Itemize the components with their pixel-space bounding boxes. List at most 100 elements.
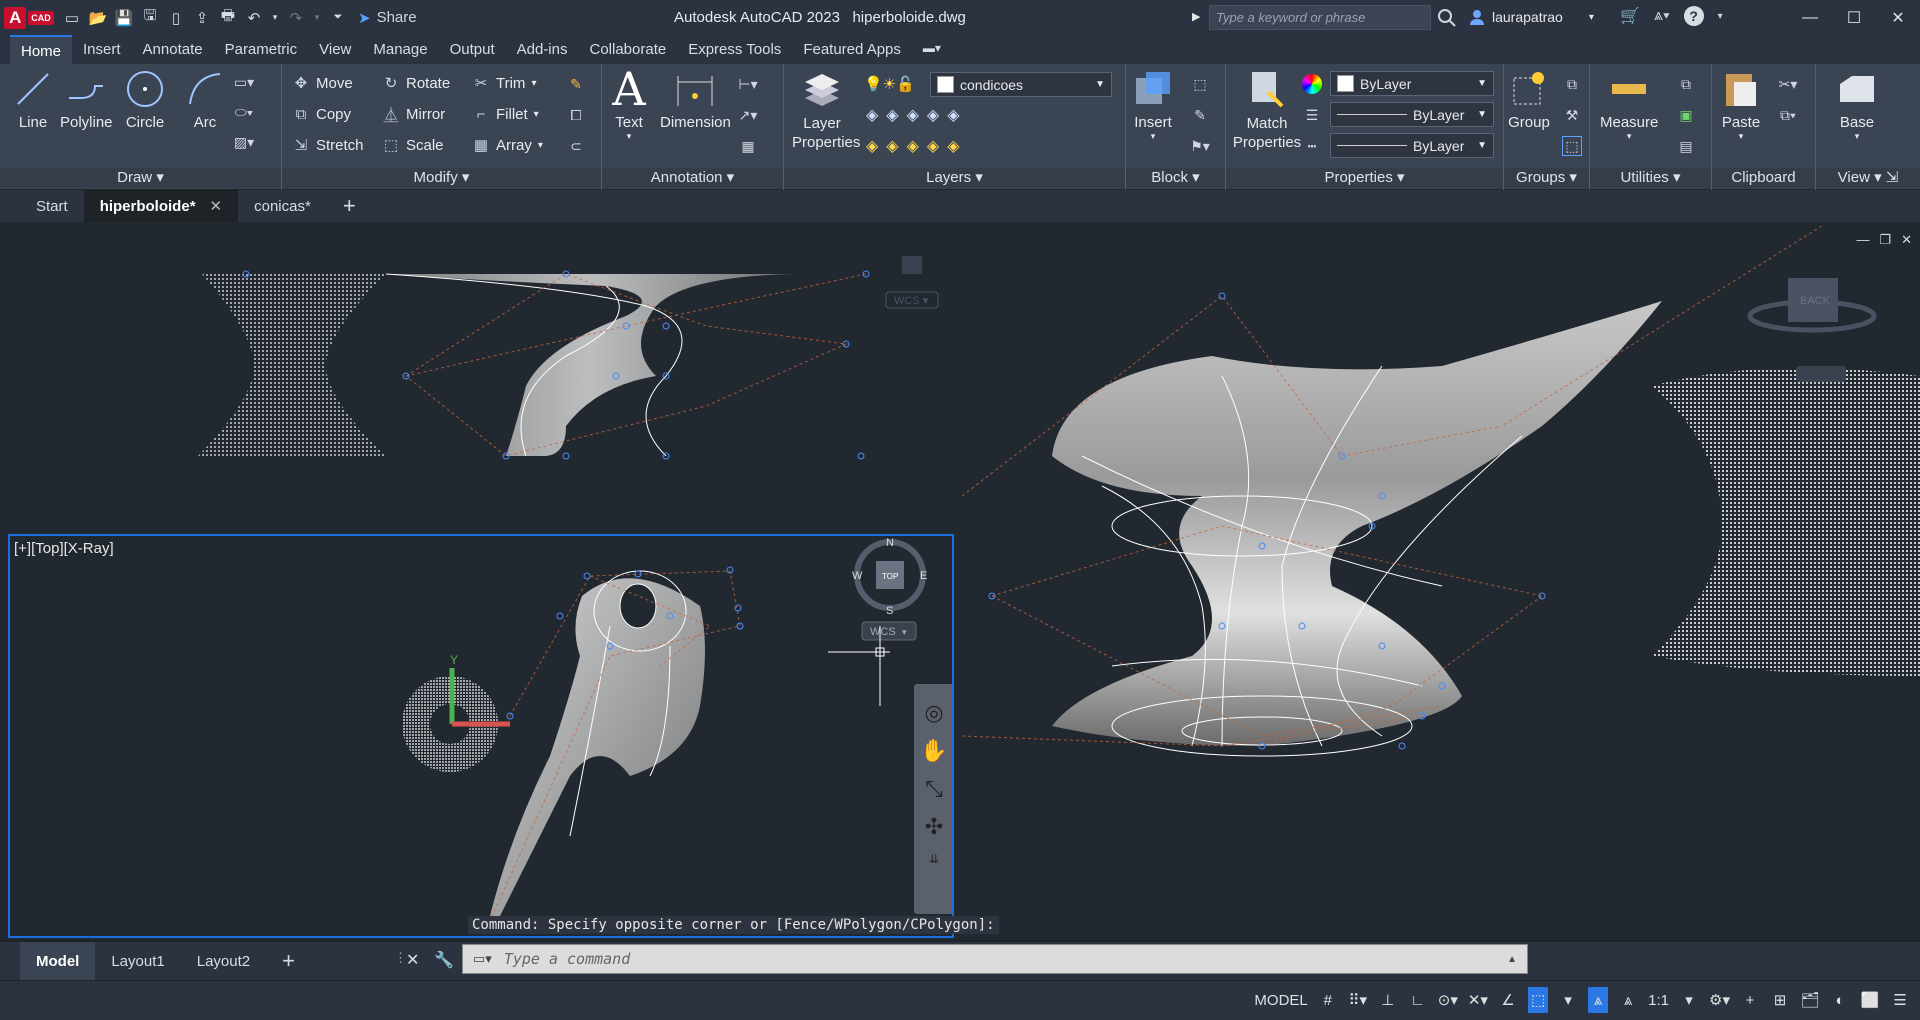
viewport-top-left[interactable]: WCS ▾ xyxy=(6,226,956,526)
arc-button[interactable]: Arc xyxy=(184,68,226,131)
lineweight-dropdown[interactable]: ByLayer ▼ xyxy=(1330,102,1494,127)
viewcube[interactable]: BACK xyxy=(1747,278,1877,382)
new-tab-button[interactable]: + xyxy=(327,190,372,222)
search-icon[interactable] xyxy=(1437,8,1457,28)
layout-tab-model[interactable]: Model xyxy=(20,942,96,980)
tab-view[interactable]: View xyxy=(308,35,362,64)
move-button[interactable]: ✥ Move xyxy=(292,74,353,93)
minimize-icon[interactable]: — xyxy=(1788,0,1832,35)
rectangle-icon[interactable]: ▭▾ xyxy=(234,72,254,92)
save-web-icon[interactable]: ⇪ xyxy=(192,8,212,28)
isodraft-icon[interactable]: ✕▾ xyxy=(1468,987,1488,1013)
object-snap-dropdown-icon[interactable]: ▾ xyxy=(1558,987,1578,1013)
edit-attributes-icon[interactable]: ⚑▾ xyxy=(1190,136,1210,156)
viewport-bottom-left-active[interactable]: [+][Top][X-Ray] Y TOP N S E W WCS ▾ ◎ ✋ … xyxy=(8,534,954,938)
doc-tab-conicas[interactable]: conicas* xyxy=(238,190,327,222)
array-dropdown-icon[interactable]: ▾ xyxy=(538,140,543,151)
properties-panel-title[interactable]: Properties ▾ xyxy=(1226,168,1503,188)
circle-button[interactable]: Circle xyxy=(124,68,166,131)
tab-insert[interactable]: Insert xyxy=(72,35,132,64)
undo-dropdown-icon[interactable]: ▾ xyxy=(270,8,280,28)
close-tab-icon[interactable]: ✕ xyxy=(210,197,223,215)
customize-qat-icon[interactable]: ⏷ xyxy=(328,8,348,28)
tab-express-tools[interactable]: Express Tools xyxy=(677,35,792,64)
tab-home[interactable]: Home xyxy=(10,35,73,64)
linetype-dropdown[interactable]: ByLayer ▼ xyxy=(1330,133,1494,158)
infer-constraints-icon[interactable]: ⊥ xyxy=(1378,987,1398,1013)
fillet-dropdown-icon[interactable]: ▾ xyxy=(534,109,539,120)
quick-select-icon[interactable]: ⧉ xyxy=(1676,74,1696,94)
app-menu-button[interactable]: A CAD xyxy=(0,0,58,35)
explode-icon[interactable]: ⧠ xyxy=(566,105,586,125)
vp-close-icon[interactable]: ✕ xyxy=(1901,232,1912,248)
measure-dropdown-icon[interactable]: ▾ xyxy=(1627,131,1632,142)
ellipse-icon[interactable]: ⬭▾ xyxy=(234,102,254,122)
tab-add-ins[interactable]: Add-ins xyxy=(506,35,579,64)
close-icon[interactable]: ✕ xyxy=(1876,0,1920,35)
viewcube-compass[interactable]: TOP N S E W xyxy=(852,537,927,617)
pan-hand-icon[interactable]: ✋ xyxy=(920,738,947,764)
help-dropdown-icon[interactable]: ▾ xyxy=(1718,11,1723,22)
ribbon-options-icon[interactable]: ▬▾ xyxy=(912,35,952,64)
mirror-button[interactable]: ⏅ Mirror xyxy=(382,105,445,124)
object-snap-icon[interactable]: ⬚ xyxy=(1527,987,1549,1013)
help-icon[interactable]: ? xyxy=(1683,6,1704,26)
trim-button[interactable]: ✂ Trim ▾ xyxy=(472,74,537,93)
save-as-icon[interactable]: 🖫 xyxy=(140,7,160,28)
erase-icon[interactable]: ✎ xyxy=(566,74,586,94)
layer-tools-row-2[interactable]: ◈◈◈◈◈ xyxy=(866,136,968,156)
customization-menu-icon[interactable]: ☰ xyxy=(1890,987,1910,1013)
stretch-button[interactable]: ⇲ Stretch xyxy=(292,136,364,155)
copy-clip-icon[interactable]: ⧉▾ xyxy=(1778,105,1798,125)
share-button[interactable]: ➤ Share xyxy=(358,9,417,27)
plot-icon[interactable]: 🖶 xyxy=(218,7,238,28)
object-snap-tracking-icon[interactable]: ∠ xyxy=(1498,987,1518,1013)
annotation-scale-dropdown-icon[interactable]: ▾ xyxy=(1679,987,1699,1013)
workspace-gear-icon[interactable]: ⚙▾ xyxy=(1709,987,1730,1013)
block-panel-title[interactable]: Block ▾ xyxy=(1126,168,1225,188)
base-dropdown-icon[interactable]: ▾ xyxy=(1855,131,1860,142)
group-button[interactable]: Group xyxy=(1508,68,1550,131)
snap-icon[interactable]: ⠿▾ xyxy=(1348,987,1368,1013)
layer-tools-row-1[interactable]: ◈◈◈◈◈ xyxy=(866,105,968,125)
cmd-customize-icon[interactable]: 🔧 xyxy=(434,950,454,970)
select-all-icon[interactable]: ▣ xyxy=(1676,105,1696,125)
cut-icon[interactable]: ✂▾ xyxy=(1778,74,1798,94)
doc-tab-start[interactable]: Start xyxy=(20,190,84,222)
autodesk-app-icon[interactable]: ⩓▾ xyxy=(1654,7,1670,25)
open-web-icon[interactable]: ▯ xyxy=(166,8,186,28)
model-space-toggle[interactable]: MODEL xyxy=(1254,987,1307,1013)
color-dropdown[interactable]: ByLayer ▼ xyxy=(1330,71,1494,96)
dimension-button[interactable]: Dimension xyxy=(660,68,731,131)
quick-properties-icon[interactable]: 🗂 xyxy=(1800,987,1820,1013)
viewport-right[interactable]: — ❐ ✕ BACK xyxy=(962,226,1920,938)
annotation-scale[interactable]: 1:1 xyxy=(1648,987,1669,1013)
open-icon[interactable]: 📂 xyxy=(88,8,108,28)
command-input[interactable]: ▭▾ Type a command ▲ xyxy=(462,944,1528,974)
command-prompt-icon[interactable]: ▭▾ xyxy=(473,951,492,967)
annotation-panel-title[interactable]: Annotation ▾ xyxy=(602,168,783,188)
undo-icon[interactable]: ↶ xyxy=(244,8,264,28)
tab-annotate[interactable]: Annotate xyxy=(132,35,214,64)
layout-tab-layout1[interactable]: Layout1 xyxy=(95,942,180,980)
drawing-area[interactable]: WCS ▾ [+][Top][X-Ray] Y TOP N S E W WCS … xyxy=(0,222,1920,940)
vp-minimize-icon[interactable]: — xyxy=(1856,232,1869,248)
array-button[interactable]: ▦ Array ▾ xyxy=(472,136,543,155)
trim-dropdown-icon[interactable]: ▾ xyxy=(531,78,536,89)
viewcube-mini[interactable] xyxy=(902,256,922,274)
view-panel-title[interactable]: View ▾ ⇲ xyxy=(1816,168,1920,188)
hatch-icon[interactable]: ▨▾ xyxy=(234,132,254,152)
add-icon[interactable]: + xyxy=(1740,987,1760,1013)
create-block-icon[interactable]: ⬚ xyxy=(1190,74,1210,94)
measure-button[interactable]: Measure ▾ xyxy=(1600,68,1658,142)
scale-button[interactable]: ⬚ Scale xyxy=(382,136,444,155)
utilities-panel-title[interactable]: Utilities ▾ xyxy=(1590,168,1711,188)
cart-icon[interactable]: 🛒 xyxy=(1620,6,1640,26)
groups-panel-title[interactable]: Groups ▾ xyxy=(1504,168,1589,188)
auto-scale-icon[interactable]: ⩓ xyxy=(1618,987,1638,1013)
match-properties-button[interactable]: Match Properties xyxy=(1232,68,1302,152)
draw-panel-title[interactable]: Draw ▾ xyxy=(0,168,281,188)
modify-panel-title[interactable]: Modify ▾ xyxy=(282,168,601,188)
text-button[interactable]: A Text ▾ xyxy=(608,62,650,142)
cmd-close-icon[interactable]: ✕ xyxy=(406,950,419,970)
